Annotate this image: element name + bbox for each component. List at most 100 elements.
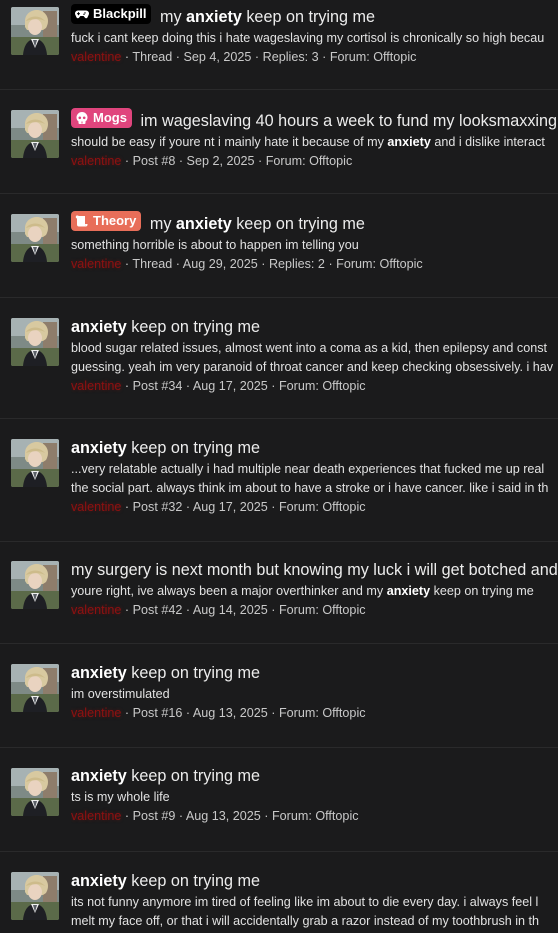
- avatar[interactable]: [11, 561, 59, 609]
- reply-count: Replies: 3: [262, 50, 319, 64]
- avatar[interactable]: [11, 110, 59, 158]
- avatar[interactable]: [11, 318, 59, 366]
- username-link[interactable]: valentine: [71, 257, 121, 271]
- forum-link[interactable]: Forum: Offtopic: [272, 809, 359, 823]
- post-date[interactable]: Aug 29, 2025: [183, 257, 258, 271]
- result-title-link[interactable]: anxiety keep on trying me: [71, 872, 260, 890]
- prefix-label: Mogs: [93, 110, 127, 125]
- result-meta: valentine · Post #42 · Aug 14, 2025 · Fo…: [71, 601, 558, 620]
- content-type[interactable]: Post #9: [133, 809, 176, 823]
- result-meta: valentine · Post #16 · Aug 13, 2025 · Fo…: [71, 704, 558, 723]
- content-type: Thread: [132, 257, 173, 271]
- result-snippet: its not funny anymore im tired of feelin…: [71, 893, 558, 912]
- result-title-link[interactable]: im wageslaving 40 hours a week to fund m…: [140, 112, 557, 130]
- result-title-link[interactable]: my anxiety keep on trying me: [150, 215, 365, 233]
- username-link[interactable]: valentine: [71, 154, 121, 168]
- avatar[interactable]: [11, 7, 59, 55]
- user-photo: [11, 214, 59, 262]
- reply-count: Replies: 2: [268, 257, 325, 271]
- username-link[interactable]: valentine: [71, 500, 121, 514]
- result-title: anxiety keep on trying me: [71, 764, 558, 788]
- title-text: my: [159, 8, 187, 26]
- username-link[interactable]: valentine: [71, 706, 121, 720]
- separator: ·: [175, 809, 186, 823]
- post-date[interactable]: Aug 13, 2025: [193, 706, 268, 720]
- separator: ·: [121, 154, 133, 168]
- title-text: my surgery is next month but knowing my …: [71, 561, 558, 579]
- user-photo: [11, 439, 59, 487]
- snippet-text: should be easy if youre nt i mainly hate…: [71, 135, 388, 149]
- user-photo: [11, 664, 59, 712]
- separator: ·: [267, 603, 279, 617]
- content-type[interactable]: Post #8: [133, 154, 176, 168]
- title-text: keep on trying me: [231, 215, 365, 233]
- result-title: Theory my anxiety keep on trying me: [71, 211, 558, 236]
- username-link[interactable]: valentine: [71, 809, 121, 823]
- title-text: keep on trying me: [241, 8, 376, 26]
- title-text: keep on trying me: [126, 318, 260, 336]
- result-snippet: something horrible is about to happen im…: [71, 236, 558, 255]
- separator: ·: [121, 379, 133, 393]
- post-date[interactable]: Aug 17, 2025: [193, 500, 268, 514]
- username-link[interactable]: valentine: [71, 379, 121, 393]
- post-date[interactable]: Sep 2, 2025: [187, 154, 255, 168]
- post-date[interactable]: Aug 14, 2025: [193, 603, 268, 617]
- forum-link[interactable]: Forum: Offtopic: [336, 257, 423, 271]
- highlighted-keyword: anxiety: [71, 439, 127, 457]
- result-title: anxiety keep on trying me: [71, 661, 558, 685]
- result-title-link[interactable]: anxiety keep on trying me: [71, 664, 260, 682]
- username-link[interactable]: valentine: [71, 603, 121, 617]
- forum-link[interactable]: Forum: Offtopic: [330, 50, 417, 64]
- separator: ·: [267, 379, 279, 393]
- avatar[interactable]: [11, 664, 59, 712]
- content-type[interactable]: Post #16: [133, 706, 183, 720]
- scroll-icon: [75, 214, 89, 228]
- post-date[interactable]: Aug 13, 2025: [186, 809, 261, 823]
- result-title-link[interactable]: anxiety keep on trying me: [71, 318, 260, 336]
- forum-link[interactable]: Forum: Offtopic: [279, 603, 366, 617]
- post-date[interactable]: Aug 17, 2025: [193, 379, 268, 393]
- forum-link[interactable]: Forum: Offtopic: [279, 500, 366, 514]
- post-date[interactable]: Sep 4, 2025: [184, 50, 252, 64]
- highlighted-keyword: anxiety: [386, 584, 431, 598]
- avatar[interactable]: [11, 872, 59, 920]
- thread-prefix-badge[interactable]: Theory: [71, 211, 142, 231]
- search-result: Blackpill my anxiety keep on trying me f…: [0, 0, 558, 90]
- user-photo: [11, 872, 59, 920]
- result-title-link[interactable]: anxiety keep on trying me: [71, 439, 260, 457]
- user-photo: [11, 561, 59, 609]
- prefix-label: Theory: [93, 213, 137, 228]
- avatar[interactable]: [11, 439, 59, 487]
- content-type[interactable]: Post #34: [133, 379, 183, 393]
- avatar[interactable]: [11, 768, 59, 816]
- content-type[interactable]: Post #32: [133, 500, 183, 514]
- result-title-link[interactable]: anxiety keep on trying me: [71, 767, 260, 785]
- avatar[interactable]: [11, 214, 59, 262]
- result-title-link[interactable]: my anxiety keep on trying me: [160, 8, 375, 26]
- result-title: anxiety keep on trying me: [71, 436, 558, 460]
- highlighted-keyword: anxiety: [71, 872, 127, 890]
- content-type[interactable]: Post #42: [133, 603, 183, 617]
- snippet-text: ts is my whole life: [71, 790, 170, 804]
- forum-link[interactable]: Forum: Offtopic: [279, 706, 366, 720]
- highlighted-keyword: anxiety: [71, 767, 127, 785]
- thread-prefix-badge[interactable]: Mogs: [71, 108, 132, 128]
- forum-link[interactable]: Forum: Offtopic: [279, 379, 366, 393]
- result-snippet: ts is my whole life: [71, 788, 558, 807]
- forum-link[interactable]: Forum: Offtopic: [266, 154, 353, 168]
- separator: ·: [172, 257, 183, 271]
- snippet-text: keep on trying me: [430, 584, 534, 598]
- result-snippet: im overstimulated: [71, 685, 558, 704]
- highlighted-keyword: anxiety: [387, 135, 431, 149]
- snippet-text: youre right, ive always been a major ove…: [71, 584, 387, 598]
- result-snippet: youre right, ive always been a major ove…: [71, 582, 558, 601]
- username-link[interactable]: valentine: [71, 50, 121, 64]
- search-result: anxiety keep on trying me ...very relata…: [0, 419, 558, 542]
- result-title: anxiety keep on trying me: [71, 869, 558, 893]
- search-result: anxiety keep on trying me its not funny …: [0, 852, 558, 933]
- title-text: keep on trying me: [126, 664, 260, 682]
- separator: ·: [260, 809, 272, 823]
- snippet-text: something horrible is about to happen im…: [71, 238, 359, 252]
- thread-prefix-badge[interactable]: Blackpill: [71, 4, 152, 24]
- result-title-link[interactable]: my surgery is next month but knowing my …: [71, 561, 558, 579]
